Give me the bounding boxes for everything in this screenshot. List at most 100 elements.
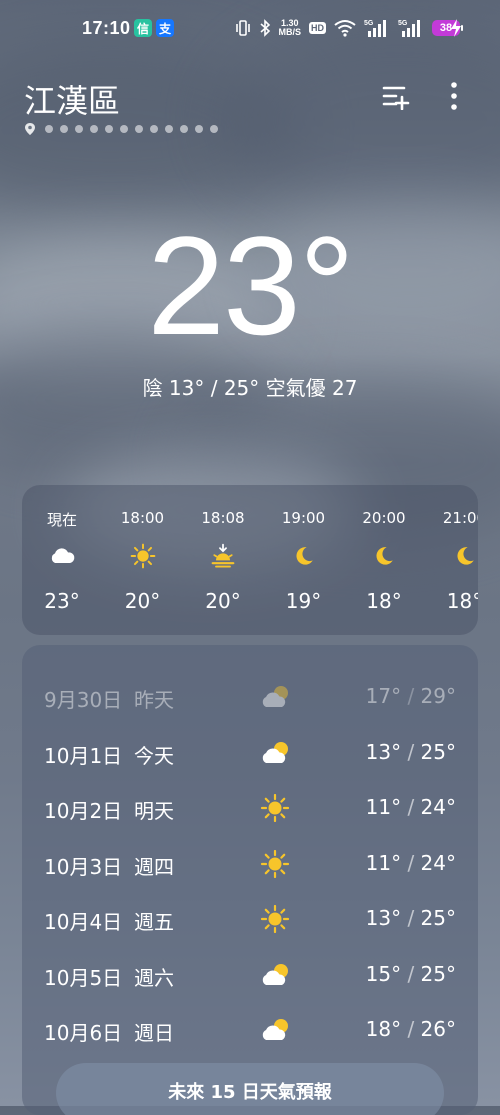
page-dot[interactable] [150, 125, 158, 133]
daily-low: 15° [365, 961, 402, 986]
current-temperature: 23° [147, 207, 355, 364]
partly-cloudy-icon [259, 683, 291, 711]
hd-voice-badge: HD [309, 22, 326, 34]
hourly-item[interactable]: 18:00 20° [103, 485, 183, 635]
hourly-forecast-card[interactable]: 現在 23° 18:00 20° 18:08 20° 19:00 19° 20:00 18° 21… [22, 485, 478, 635]
page-dot[interactable] [45, 125, 53, 133]
daily-high: 25° [420, 906, 456, 930]
daily-date: 10月5日 [44, 965, 123, 990]
daily-forecast-card[interactable]: 未來 15 日天氣預報 9月30日 昨天 17° / 29° 10月1日 今天 13°… [22, 645, 478, 1115]
status-time: 17:10 [82, 18, 131, 38]
hourly-temperature: 18° [446, 589, 478, 613]
more-options-button[interactable] [444, 80, 464, 112]
hourly-item[interactable]: 18:08 20° [183, 485, 263, 635]
daily-row[interactable]: 9月30日 昨天 17° / 29° [22, 669, 478, 725]
daily-day-name: 週日 [134, 1021, 174, 1045]
page-dot[interactable] [165, 125, 173, 133]
daily-temperature-range: 13° / 25° [366, 906, 456, 930]
manage-cities-button[interactable] [382, 84, 412, 111]
bluetooth-icon [259, 19, 271, 37]
wifi-icon [334, 19, 356, 37]
daily-row[interactable]: 10月4日 週五 13° / 25° [22, 891, 478, 947]
current-summary: 陰 13° / 25° 空氣優 27 [142, 376, 358, 400]
daily-temperature-range: 15° / 25° [366, 962, 456, 986]
net-speed-indicator: 1.30 MB/S [278, 18, 302, 37]
daily-temperature-range: 17° / 29° [366, 684, 456, 708]
hourly-temperature: 23° [44, 589, 80, 613]
daily-date: 10月3日 [44, 854, 123, 879]
daily-row[interactable]: 10月6日 週日 18° / 26° [22, 1002, 478, 1058]
daily-low: 11° [365, 850, 402, 875]
hourly-temperature: 20° [205, 589, 241, 613]
hourly-temperature: 20° [124, 589, 161, 613]
daily-high: 25° [420, 961, 456, 986]
sun-icon [129, 543, 157, 569]
daily-high: 24° [420, 850, 456, 875]
range-separator: / [401, 739, 421, 764]
page-dot[interactable] [75, 125, 83, 133]
hourly-time: 19:00 [281, 509, 326, 527]
daily-low: 11° [365, 795, 402, 819]
daily-row[interactable]: 10月3日 週四 11° / 24° [22, 836, 478, 892]
daily-high: 24° [420, 795, 456, 819]
daily-row[interactable]: 10月1日 今天 13° / 25° [22, 725, 478, 781]
daily-low: 17° [365, 684, 402, 708]
range-separator: / [401, 906, 421, 930]
range-separator: / [401, 795, 421, 819]
vibrate-icon [235, 19, 251, 37]
partly-cloudy-icon [259, 1016, 291, 1044]
city-page-indicator[interactable] [24, 122, 218, 136]
page-dot[interactable] [180, 125, 188, 133]
daily-day-name: 昨天 [134, 688, 174, 712]
add-city-icon [382, 86, 410, 111]
location-pin-icon [25, 123, 35, 135]
more-vertical-icon [451, 82, 457, 110]
15-day-forecast-button[interactable]: 未來 15 日天氣預報 [56, 1063, 444, 1115]
signal-5g-icon: 5G [364, 18, 390, 38]
daily-row[interactable]: 10月2日 明天 11° / 24° [22, 780, 478, 836]
daily-day-name: 明天 [134, 799, 174, 823]
daily-day-name: 週六 [134, 965, 174, 990]
hourly-temperature: 18° [366, 589, 402, 613]
sun-icon [259, 849, 291, 878]
range-separator: / [401, 684, 421, 708]
daily-row[interactable]: 10月5日 週六 15° / 25° [22, 947, 478, 1003]
daily-temperature-range: 11° / 24° [366, 851, 456, 875]
page-dot[interactable] [120, 125, 128, 133]
page-dot[interactable] [105, 125, 113, 133]
daily-high: 29° [420, 684, 456, 708]
charging-icon [450, 18, 462, 43]
daily-temperature-range: 18° / 26° [366, 1017, 456, 1041]
status-bar: 17:10 信 支 1.30 MB/S HD 5G 5G 38 [0, 0, 500, 58]
city-name[interactable]: 江漢區 [24, 76, 120, 122]
daily-day-name: 週四 [134, 854, 174, 879]
daily-day-name: 今天 [134, 743, 174, 768]
daily-low: 13° [365, 906, 402, 930]
daily-high: 25° [420, 739, 456, 764]
hourly-time: 18:08 [201, 509, 245, 527]
hourly-item[interactable]: 19:00 19° [264, 485, 344, 635]
range-separator: / [401, 1017, 421, 1041]
hourly-time: 21:00 [442, 509, 478, 527]
hourly-time: 現在 [46, 511, 77, 529]
svg-text:5G: 5G [364, 20, 374, 27]
sun-icon [259, 793, 291, 823]
hourly-item[interactable]: 20:00 18° [344, 485, 424, 635]
daily-low: 18° [365, 1017, 402, 1041]
page-dot[interactable] [210, 125, 218, 133]
moon-icon [451, 543, 479, 569]
daily-temperature-range: 11° / 24° [366, 795, 456, 819]
partly-cloudy-icon [259, 739, 291, 767]
page-dot[interactable] [90, 125, 98, 133]
page-dot[interactable] [135, 125, 143, 133]
hourly-item[interactable]: 現在 23° [22, 485, 102, 635]
daily-date: 10月6日 [44, 1021, 123, 1045]
hourly-item[interactable]: 21:00 18° [425, 485, 479, 635]
daily-date: 10月4日 [44, 910, 123, 934]
page-dot[interactable] [195, 125, 203, 133]
partly-cloudy-icon [259, 961, 291, 989]
page-dot[interactable] [60, 125, 68, 133]
daily-low: 13° [365, 739, 402, 764]
hourly-temperature: 19° [285, 589, 322, 613]
sun-icon [259, 904, 291, 934]
